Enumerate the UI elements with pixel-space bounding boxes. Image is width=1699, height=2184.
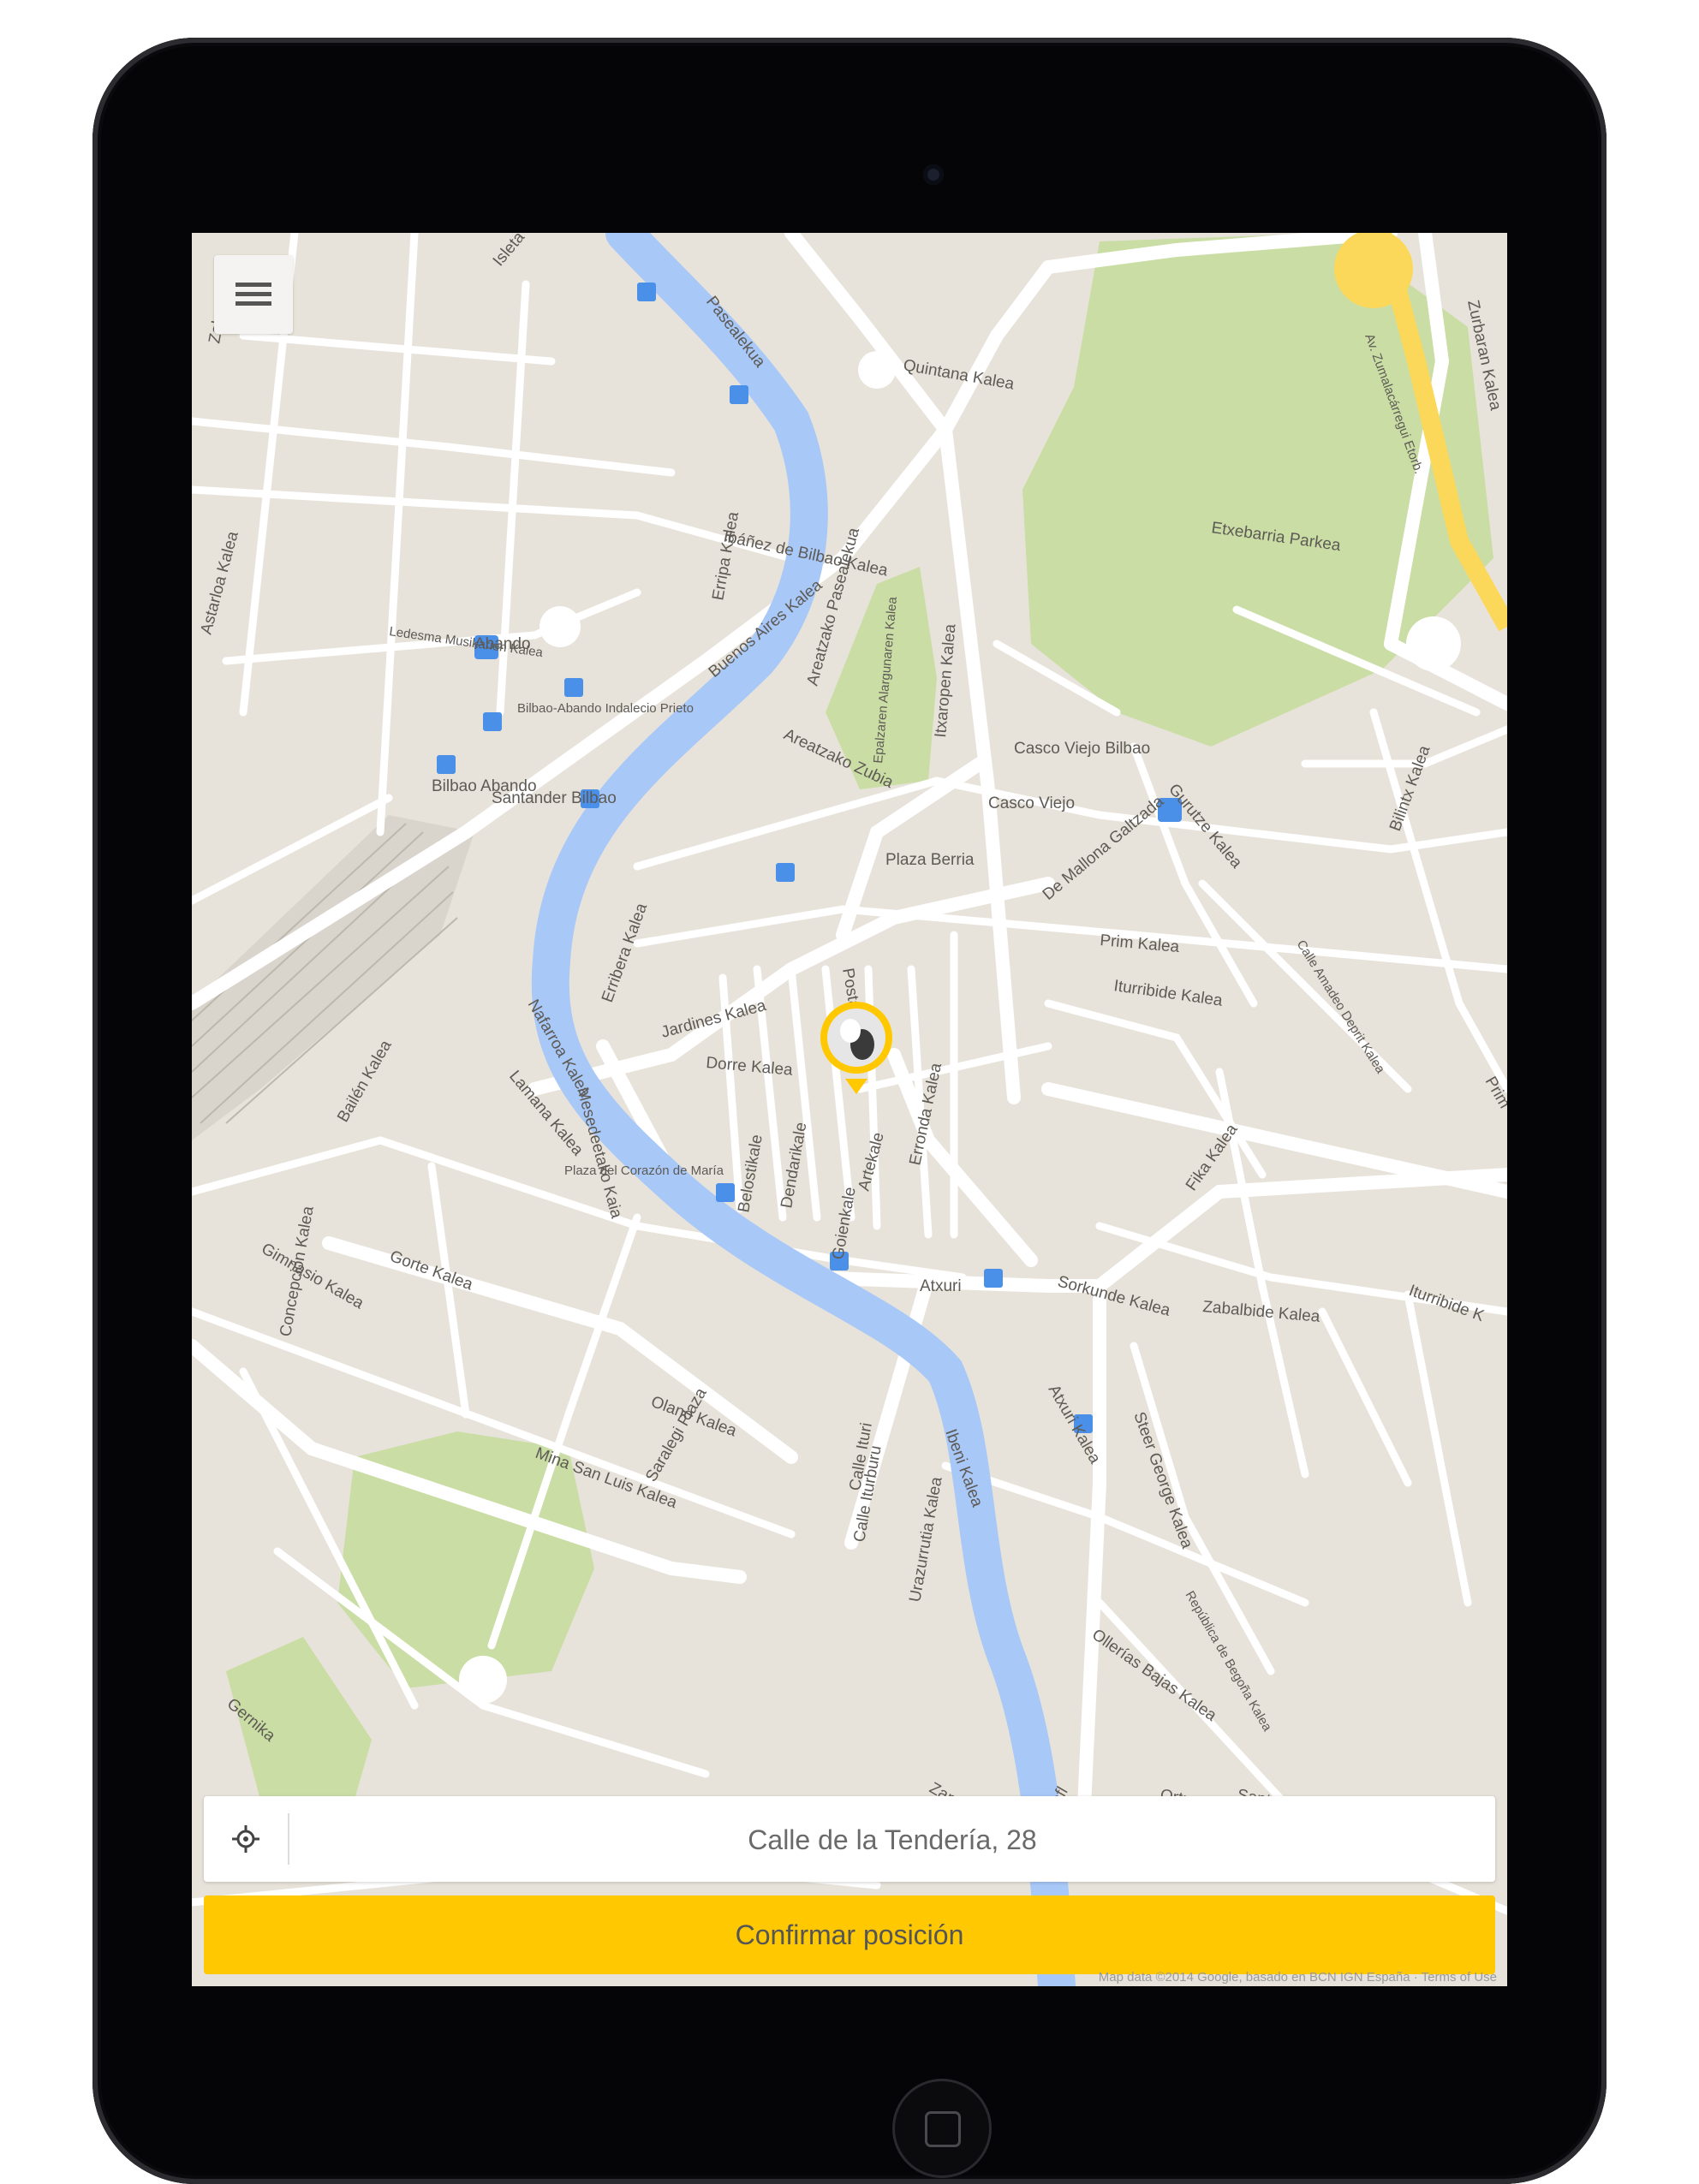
crosshair-locate-icon: [232, 1825, 259, 1853]
street-label: Casco Viejo: [988, 794, 1075, 812]
roundabout-sur: [459, 1656, 507, 1704]
map-attribution: Map data ©2014 Google, basado en BCN IGN…: [1098, 1970, 1497, 1985]
street-label: Bilbao-Abando Indalecio Prieto: [517, 701, 694, 716]
map-canvas[interactable]: PasealekuaIsleta KZabalgunIbáñez de Bilb…: [192, 233, 1507, 1986]
street-label: Plaza del Corazón de María: [564, 1163, 724, 1178]
home-button[interactable]: [892, 2079, 992, 2178]
hamburger-menu-icon: [235, 283, 271, 306]
divider: [288, 1813, 289, 1865]
menu-button[interactable]: [214, 255, 293, 334]
locate-button[interactable]: [204, 1796, 288, 1882]
camera-icon: [923, 164, 944, 185]
user-location-marker[interactable]: [818, 997, 895, 1099]
roundabout-abando: [540, 606, 581, 647]
confirm-position-button[interactable]: Confirmar posición: [204, 1895, 1495, 1974]
home-square-icon: [925, 2111, 961, 2147]
highway-junction: [1334, 233, 1413, 308]
street-label: Abando: [474, 635, 531, 653]
address-bar: [204, 1796, 1495, 1883]
street-label: Santander Bilbao: [492, 789, 617, 807]
street-label: Atxuri: [920, 1277, 962, 1295]
roundabout-arenal: [858, 351, 896, 389]
street-label: Plaza Berria: [885, 851, 975, 869]
street-label: Casco Viejo Bilbao: [1014, 740, 1150, 758]
roundabout-zumalakarregi: [1406, 616, 1461, 671]
screen: PasealekuaIsleta KZabalgunIbáñez de Bilb…: [192, 233, 1507, 1986]
address-input[interactable]: [298, 1796, 1487, 1883]
